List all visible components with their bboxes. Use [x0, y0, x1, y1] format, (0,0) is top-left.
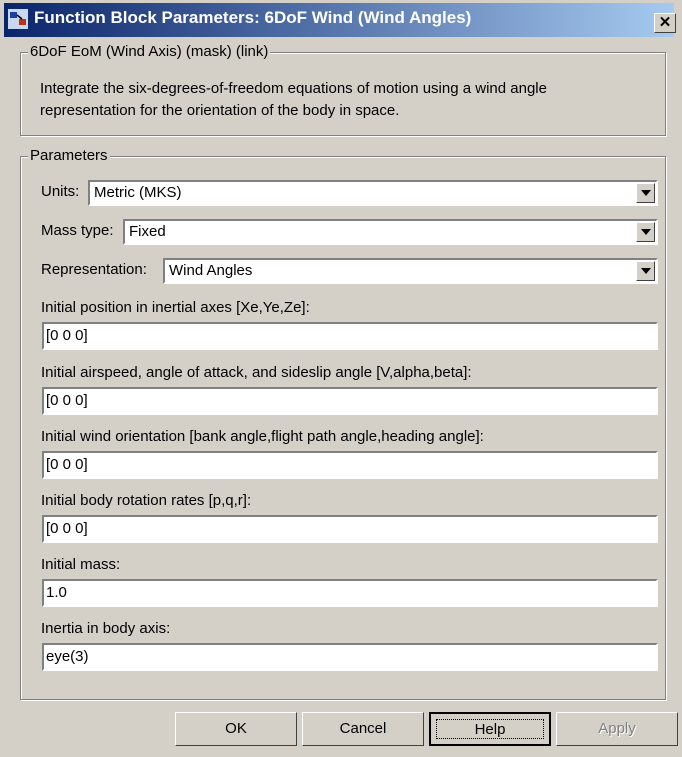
initial-airspeed-input[interactable] [46, 392, 646, 409]
inertia-input[interactable] [46, 648, 646, 665]
initial-mass-label: Initial mass: [41, 556, 121, 573]
initial-body-rates-field[interactable] [42, 515, 658, 543]
window-title: Function Block Parameters: 6DoF Wind (Wi… [34, 8, 472, 27]
title-bar[interactable]: Function Block Parameters: 6DoF Wind (Wi… [0, 0, 682, 40]
apply-button-label: Apply [598, 720, 636, 737]
initial-position-label: Initial position in inertial axes [Xe,Ye… [41, 299, 310, 316]
initial-position-input[interactable] [46, 327, 646, 344]
initial-body-rates-label: Initial body rotation rates [p,q,r]: [41, 492, 252, 509]
units-value: Metric (MKS) [94, 184, 182, 201]
close-button[interactable]: ✕ [654, 13, 676, 33]
description-line-2: representation for the orientation of th… [40, 102, 400, 119]
chevron-down-icon [641, 268, 651, 274]
inertia-field[interactable] [42, 643, 658, 671]
units-label: Units: [41, 183, 80, 200]
initial-mass-input[interactable] [46, 584, 646, 601]
representation-value: Wind Angles [169, 262, 253, 279]
inertia-label: Inertia in body axis: [41, 620, 171, 637]
initial-body-rates-input[interactable] [46, 520, 646, 537]
representation-select[interactable]: Wind Angles [163, 258, 658, 284]
mask-description: Integrate the six-degrees-of-freedom equ… [40, 78, 640, 122]
apply-button[interactable]: Apply [556, 712, 678, 746]
mask-group-legend: 6DoF EoM (Wind Axis) (mask) (link) [28, 43, 271, 60]
focus-rectangle [436, 719, 544, 739]
help-button[interactable]: Help [429, 712, 551, 746]
close-icon: ✕ [658, 14, 672, 31]
cancel-button-label: Cancel [339, 720, 387, 737]
initial-wind-orientation-field[interactable] [42, 451, 658, 479]
units-select[interactable]: Metric (MKS) [88, 180, 658, 206]
mass-type-label: Mass type: [41, 222, 114, 239]
dialog-window: Function Block Parameters: 6DoF Wind (Wi… [0, 0, 682, 757]
mass-type-select[interactable]: Fixed [123, 219, 658, 245]
mass-type-dropdown-button[interactable] [636, 222, 655, 242]
simulink-block-icon [8, 9, 28, 29]
units-dropdown-button[interactable] [636, 183, 655, 203]
representation-label: Representation: [41, 261, 147, 278]
initial-wind-orientation-input[interactable] [46, 456, 646, 473]
ok-button[interactable]: OK [175, 712, 297, 746]
initial-airspeed-label: Initial airspeed, angle of attack, and s… [41, 364, 472, 381]
initial-wind-orientation-label: Initial wind orientation [bank angle,fli… [41, 428, 484, 445]
initial-airspeed-field[interactable] [42, 387, 658, 415]
description-line-1: Integrate the six-degrees-of-freedom equ… [40, 80, 547, 97]
cancel-button[interactable]: Cancel [302, 712, 424, 746]
chevron-down-icon [641, 190, 651, 196]
chevron-down-icon [641, 229, 651, 235]
mass-type-value: Fixed [129, 223, 166, 240]
representation-dropdown-button[interactable] [636, 261, 655, 281]
initial-position-field[interactable] [42, 322, 658, 350]
parameters-legend: Parameters [28, 147, 110, 164]
initial-mass-field[interactable] [42, 579, 658, 607]
ok-button-label: OK [225, 720, 247, 737]
